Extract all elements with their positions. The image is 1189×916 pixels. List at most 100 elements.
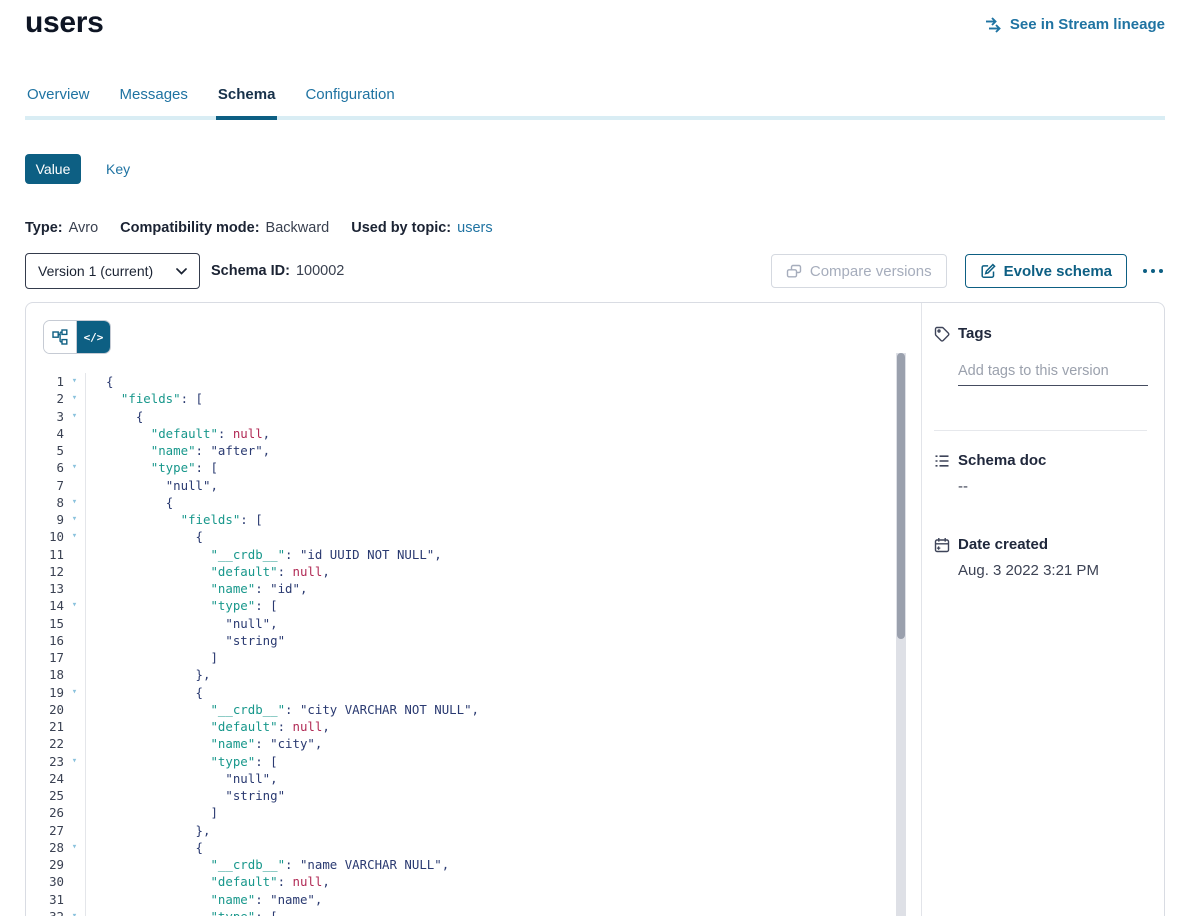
code-line: 11 "__crdb__": "id UUID NOT NULL", bbox=[26, 546, 921, 563]
line-number: 18 bbox=[26, 666, 64, 683]
schema-doc-value: -- bbox=[958, 478, 1164, 495]
fold-arrow-icon[interactable]: ▾ bbox=[64, 597, 85, 614]
line-number: 20 bbox=[26, 701, 64, 718]
schema-doc-section: Schema doc -- bbox=[934, 452, 1164, 495]
stream-lineage-icon bbox=[985, 17, 1003, 33]
fold-arrow-icon[interactable]: ▾ bbox=[64, 839, 85, 856]
schema-id-label: Schema ID: bbox=[211, 263, 290, 279]
value-key-switch: Value Key bbox=[25, 154, 1165, 184]
line-number: 21 bbox=[26, 718, 64, 735]
fold-arrow-icon[interactable]: ▾ bbox=[64, 753, 85, 770]
code-pane: </> 1▾{2▾ "fields": [3▾ {4 "default": nu… bbox=[26, 303, 921, 916]
code-scrollbar-thumb[interactable] bbox=[897, 353, 905, 639]
code-line: 4 "default": null, bbox=[26, 425, 921, 442]
view-mode-toggle: </> bbox=[43, 320, 111, 354]
compare-versions-button[interactable]: Compare versions bbox=[771, 254, 947, 288]
line-number: 2 bbox=[26, 390, 64, 407]
code-line: 27 }, bbox=[26, 822, 921, 839]
fold-spacer bbox=[64, 546, 85, 563]
code-line: 13 "name": "id", bbox=[26, 580, 921, 597]
line-number: 13 bbox=[26, 580, 64, 597]
fold-spacer bbox=[64, 666, 85, 683]
fold-arrow-icon[interactable]: ▾ bbox=[64, 528, 85, 545]
topic-link[interactable]: users bbox=[457, 220, 492, 236]
line-number: 5 bbox=[26, 442, 64, 459]
line-number: 28 bbox=[26, 839, 64, 856]
page-header: users See in Stream lineage bbox=[25, 0, 1165, 40]
tab-overview[interactable]: Overview bbox=[25, 86, 92, 120]
code-scrollbar[interactable] bbox=[896, 353, 906, 916]
line-number: 19 bbox=[26, 684, 64, 701]
fold-arrow-icon[interactable]: ▾ bbox=[64, 684, 85, 701]
fold-arrow-icon[interactable]: ▾ bbox=[64, 459, 85, 476]
fold-spacer bbox=[64, 615, 85, 632]
code-line: 18 }, bbox=[26, 666, 921, 683]
tab-schema[interactable]: Schema bbox=[216, 86, 278, 120]
line-number: 29 bbox=[26, 856, 64, 873]
evolve-schema-button[interactable]: Evolve schema bbox=[965, 254, 1127, 288]
tree-view-button[interactable] bbox=[44, 321, 77, 353]
line-number: 27 bbox=[26, 822, 64, 839]
compatibility-value: Backward bbox=[266, 220, 330, 236]
tab-configuration[interactable]: Configuration bbox=[303, 86, 396, 120]
tree-view-icon bbox=[52, 329, 68, 345]
list-icon bbox=[934, 453, 950, 469]
more-actions-button[interactable] bbox=[1141, 263, 1165, 279]
fold-spacer bbox=[64, 873, 85, 890]
line-number: 22 bbox=[26, 735, 64, 752]
fold-spacer bbox=[64, 891, 85, 908]
fold-spacer bbox=[64, 563, 85, 580]
code-line: 30 "default": null, bbox=[26, 873, 921, 890]
page-title: users bbox=[25, 6, 104, 40]
calendar-plus-icon bbox=[934, 537, 950, 553]
schema-page: users See in Stream lineage Overview Mes… bbox=[25, 0, 1165, 916]
code-line: 5 "name": "after", bbox=[26, 442, 921, 459]
value-button[interactable]: Value bbox=[25, 154, 81, 184]
versions-copy-icon bbox=[786, 264, 802, 279]
code-lines: 1▾{2▾ "fields": [3▾ {4 "default": null,5… bbox=[26, 373, 921, 916]
date-created-heading: Date created bbox=[958, 536, 1048, 553]
date-created-value: Aug. 3 2022 3:21 PM bbox=[958, 562, 1164, 579]
version-select[interactable]: Version 1 (current) bbox=[25, 253, 200, 289]
code-line: 25 "string" bbox=[26, 787, 921, 804]
add-tags-input[interactable] bbox=[958, 361, 1148, 386]
line-number: 7 bbox=[26, 477, 64, 494]
code-line: 17 ] bbox=[26, 649, 921, 666]
line-number: 3 bbox=[26, 408, 64, 425]
edit-icon bbox=[980, 263, 996, 279]
line-number: 23 bbox=[26, 753, 64, 770]
compatibility-label: Compatibility mode: bbox=[120, 220, 259, 236]
fold-spacer bbox=[64, 580, 85, 597]
line-number: 30 bbox=[26, 873, 64, 890]
code-line: 21 "default": null, bbox=[26, 718, 921, 735]
key-button[interactable]: Key bbox=[106, 161, 130, 177]
fold-arrow-icon[interactable]: ▾ bbox=[64, 908, 85, 916]
tab-bar: Overview Messages Schema Configuration bbox=[25, 86, 1165, 120]
see-in-stream-lineage-link[interactable]: See in Stream lineage bbox=[985, 16, 1165, 33]
line-number: 26 bbox=[26, 804, 64, 821]
fold-arrow-icon[interactable]: ▾ bbox=[64, 373, 85, 390]
code-line: 28▾ { bbox=[26, 839, 921, 856]
fold-arrow-icon[interactable]: ▾ bbox=[64, 390, 85, 407]
code-line: 10▾ { bbox=[26, 528, 921, 545]
code-line: 32▾ "type": [ bbox=[26, 908, 921, 916]
type-label: Type: bbox=[25, 220, 63, 236]
code-line: 22 "name": "city", bbox=[26, 735, 921, 752]
schema-card: </> 1▾{2▾ "fields": [3▾ {4 "default": nu… bbox=[25, 302, 1165, 916]
fold-spacer bbox=[64, 701, 85, 718]
code-line: 24 "null", bbox=[26, 770, 921, 787]
line-number: 1 bbox=[26, 373, 64, 390]
fold-arrow-icon[interactable]: ▾ bbox=[64, 408, 85, 425]
code-view-button[interactable]: </> bbox=[77, 321, 110, 353]
tab-messages[interactable]: Messages bbox=[118, 86, 190, 120]
line-number: 15 bbox=[26, 615, 64, 632]
line-number: 9 bbox=[26, 511, 64, 528]
fold-arrow-icon[interactable]: ▾ bbox=[64, 511, 85, 528]
code-line: 8▾ { bbox=[26, 494, 921, 511]
schema-id-value: 100002 bbox=[296, 263, 344, 279]
fold-spacer bbox=[64, 735, 85, 752]
line-number: 32 bbox=[26, 908, 64, 916]
line-number: 12 bbox=[26, 563, 64, 580]
fold-arrow-icon[interactable]: ▾ bbox=[64, 494, 85, 511]
code-line: 1▾{ bbox=[26, 373, 921, 390]
